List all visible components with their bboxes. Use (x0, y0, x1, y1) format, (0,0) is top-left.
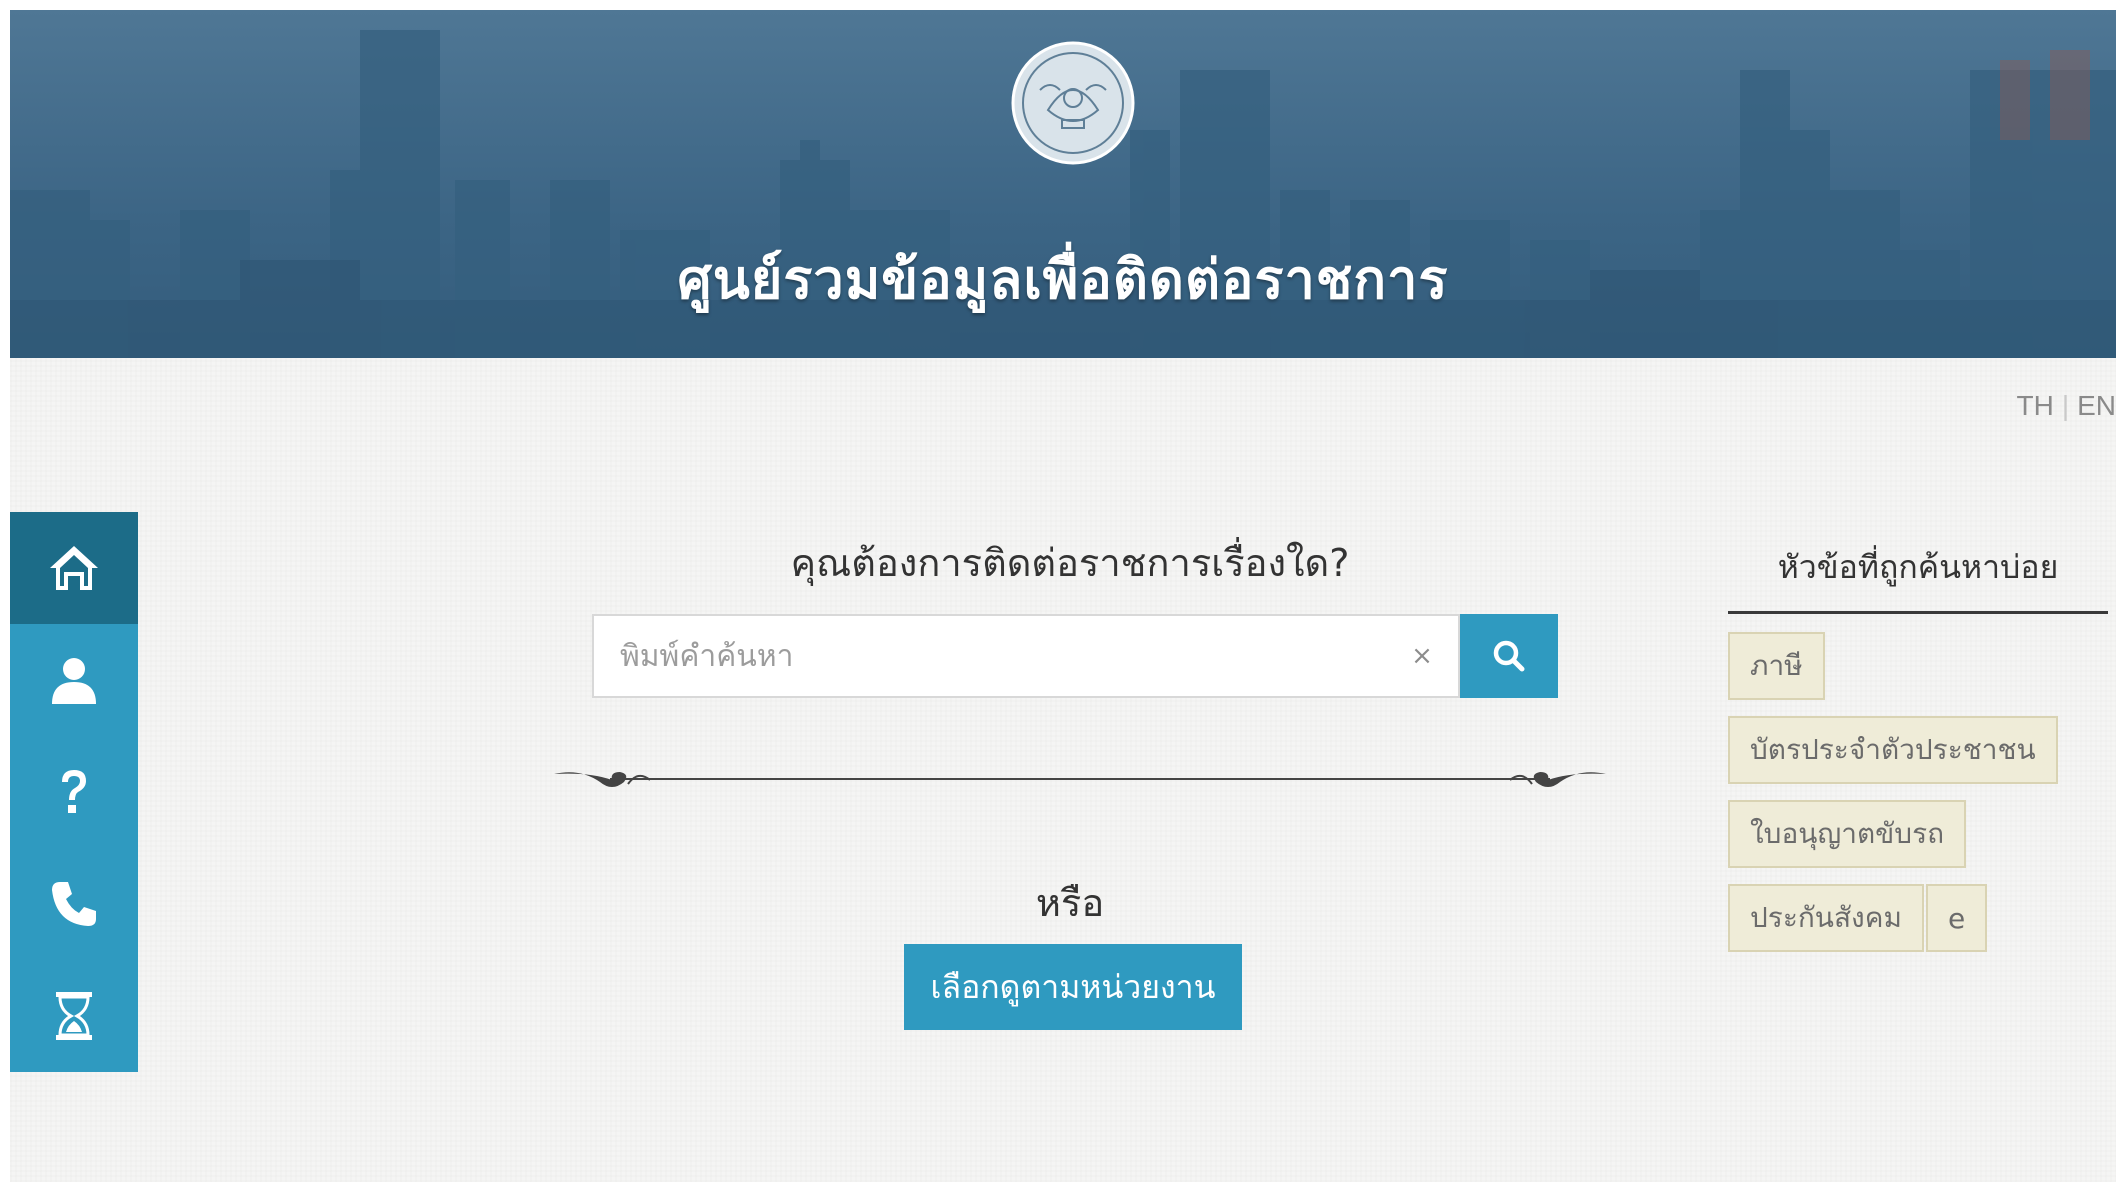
browse-by-agency-button[interactable]: เลือกดูตามหน่วยงาน (904, 944, 1242, 1030)
hourglass-icon (56, 992, 92, 1040)
popular-topics-title: หัวข้อที่ถูกค้นหาบ่อย (1728, 542, 2108, 614)
topic-tag[interactable]: ภาษี (1728, 632, 1825, 700)
search-button[interactable] (1460, 614, 1558, 698)
side-menu-user[interactable] (10, 624, 138, 736)
lang-en-link[interactable]: EN (2077, 390, 2116, 421)
side-menu-history[interactable] (10, 960, 138, 1072)
side-menu-contact[interactable] (10, 848, 138, 960)
language-switch: TH | EN (2016, 390, 2116, 422)
page: ศูนย์รวมข้อมูลเพื่อติดต่อราชการ TH |EN (0, 0, 2116, 1182)
user-icon (52, 658, 96, 704)
topic-tag[interactable]: ใบอนุญาตขับรถ (1728, 800, 1967, 868)
clear-search-button[interactable]: × (1402, 636, 1442, 676)
lang-th-link[interactable]: TH (2016, 390, 2053, 421)
lang-separator: | (2061, 390, 2070, 421)
phone-icon (52, 882, 96, 926)
search-icon (1493, 640, 1525, 672)
ornamental-divider (554, 772, 1606, 787)
page-title: ศูนย์รวมข้อมูลเพื่อติดต่อราชการ (677, 248, 1449, 311)
search-box: × (592, 614, 1558, 698)
side-menu-help[interactable] (10, 736, 138, 848)
topic-tag[interactable]: บัตรประจำตัวประชาชน (1728, 716, 2058, 784)
question-icon (62, 770, 86, 813)
topic-tag[interactable]: ประกันสังคม (1728, 884, 1924, 952)
page-frame: ศูนย์รวมข้อมูลเพื่อติดต่อราชการ TH |EN (10, 10, 2116, 1182)
or-label: หรือ (1035, 881, 1105, 925)
search-question: คุณต้องการติดต่อราชการเรื่องใด? (790, 541, 1350, 585)
side-menu-home[interactable] (10, 512, 138, 624)
side-menu (10, 512, 138, 1072)
topic-tag[interactable]: e (1926, 884, 1988, 952)
search-input[interactable] (592, 614, 1460, 698)
header-banner: ศูนย์รวมข้อมูลเพื่อติดต่อราชการ (10, 10, 2116, 358)
home-icon (50, 546, 98, 590)
government-emblem-logo (1011, 41, 1135, 165)
